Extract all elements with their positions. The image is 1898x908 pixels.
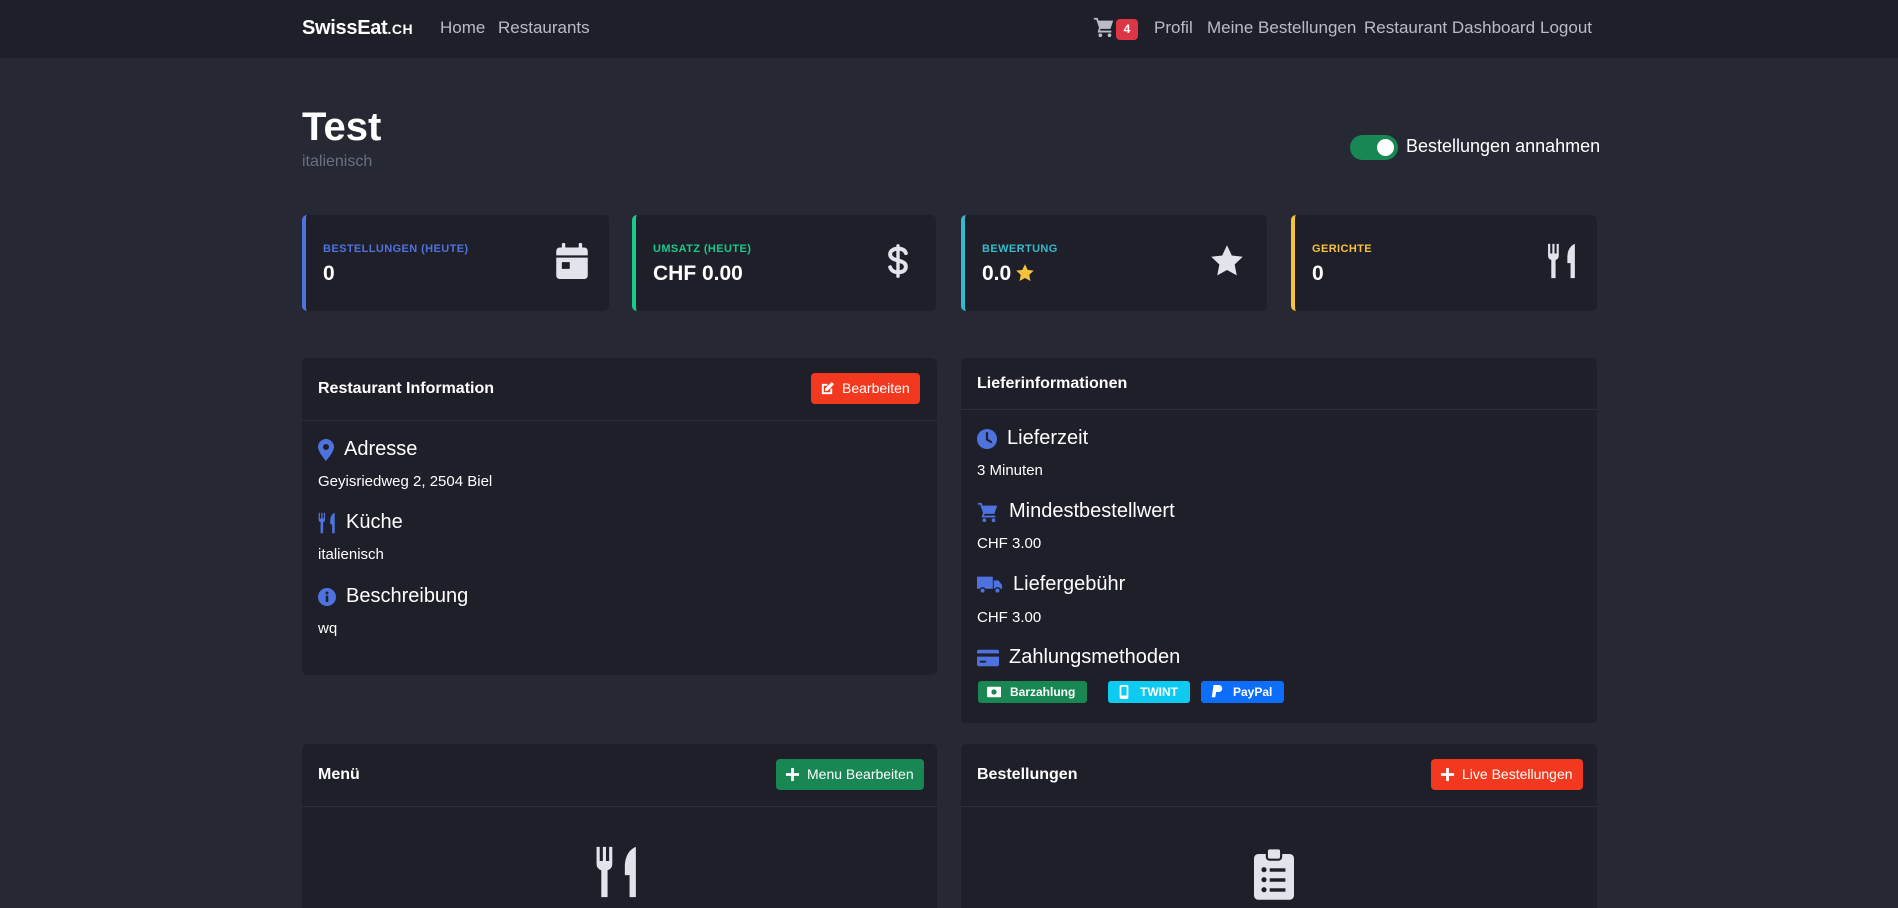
stat-value: 0.0	[982, 262, 1035, 286]
delivery-time-heading: Lieferzeit	[977, 427, 1088, 450]
address-heading: Adresse	[318, 438, 417, 461]
utensils-icon	[596, 846, 636, 898]
live-orders-button[interactable]: Live Bestellungen	[1431, 759, 1583, 790]
money-bill-icon	[987, 686, 1001, 698]
nav-link-meine-bestellungen[interactable]: Meine Bestellungen	[1207, 18, 1356, 38]
payment-badge-paypal: PayPal	[1201, 681, 1285, 703]
payment-badge-barzahlung: Barzahlung	[978, 681, 1088, 703]
edit-icon	[821, 381, 835, 395]
stat-value: 0	[1312, 262, 1324, 285]
min-order-heading: Mindestbestellwert	[977, 500, 1175, 523]
dollar-icon	[888, 244, 908, 278]
utensils-icon	[318, 512, 335, 533]
stat-value: CHF 0.00	[653, 262, 743, 285]
stat-card-revenue: UMSATZ (HEUTE) CHF 0.00	[632, 215, 936, 311]
utensils-icon	[1548, 243, 1575, 279]
payment-badge-twint: TWINT	[1108, 681, 1190, 703]
payment-methods-heading: Zahlungsmethoden	[977, 646, 1180, 669]
nav-link-restaurants[interactable]: Restaurants	[498, 18, 590, 38]
stat-label: BEWERTUNG	[982, 243, 1058, 255]
nav-link-home[interactable]: Home	[440, 18, 485, 38]
credit-card-icon	[977, 649, 999, 666]
panel-header: Menü Menu Bearbeiten	[302, 744, 937, 807]
panel-title: Menü	[318, 766, 360, 783]
star-icon	[1211, 245, 1243, 276]
plus-icon	[1440, 767, 1455, 782]
map-marker-icon	[318, 438, 334, 461]
cart-count-badge[interactable]: 4	[1116, 19, 1138, 40]
edit-menu-button[interactable]: Menu Bearbeiten	[776, 759, 924, 790]
page-title: Test	[302, 105, 382, 149]
panel-header: Restaurant Information Bearbeiten	[302, 358, 937, 421]
info-circle-icon	[318, 587, 336, 606]
delivery-fee-value: CHF 3.00	[977, 609, 1042, 626]
clipboard-list-icon	[1254, 848, 1294, 900]
cuisine-heading: Küche	[318, 511, 403, 534]
orders-panel: Bestellungen Live Bestellungen	[961, 744, 1597, 908]
calendar-icon	[556, 243, 588, 279]
delivery-fee-heading: Liefergebühr	[977, 573, 1125, 596]
restaurant-info-panel: Restaurant Information Bearbeiten Adress…	[302, 358, 937, 675]
stat-card-dishes: GERICHTE 0	[1291, 215, 1597, 311]
accept-orders-toggle[interactable]	[1350, 135, 1398, 160]
cart-icon[interactable]	[1093, 16, 1115, 38]
description-value: wq	[318, 620, 338, 637]
panel-title: Restaurant Information	[318, 380, 495, 397]
plus-icon	[785, 767, 800, 782]
delivery-time-value: 3 Minuten	[977, 462, 1043, 479]
mobile-icon	[1119, 685, 1129, 699]
min-order-value: CHF 3.00	[977, 535, 1042, 552]
star-rating-icon	[1016, 264, 1034, 281]
stat-label: GERICHTE	[1312, 243, 1373, 255]
menu-panel: Menü Menu Bearbeiten	[302, 744, 937, 908]
page-subtitle: italienisch	[302, 153, 373, 170]
description-heading: Beschreibung	[318, 585, 468, 608]
delivery-info-panel: Lieferinformationen Lieferzeit 3 Minuten…	[961, 358, 1597, 723]
stat-card-orders: BESTELLUNGEN (HEUTE) 0	[302, 215, 609, 311]
cart-icon	[977, 502, 998, 522]
paypal-icon	[1211, 685, 1223, 698]
nav-link-restaurant-dashboard[interactable]: Restaurant Dashboard	[1364, 18, 1535, 38]
toggle-knob	[1377, 139, 1394, 156]
brand-logo[interactable]: SwissEat.CH	[302, 17, 413, 40]
nav-link-logout[interactable]: Logout	[1540, 18, 1592, 38]
stat-value: 0	[323, 262, 335, 285]
stat-label: BESTELLUNGEN (HEUTE)	[323, 243, 469, 255]
address-value: Geyisriedweg 2, 2504 Biel	[318, 473, 493, 490]
panel-title: Lieferinformationen	[977, 375, 1128, 392]
navbar: SwissEat.CH Home Restaurants 4 Profil Me…	[0, 0, 1898, 58]
accept-orders-label[interactable]: Bestellungen annahmen	[1406, 136, 1600, 157]
truck-icon	[977, 576, 1003, 594]
panel-header: Lieferinformationen	[961, 358, 1597, 410]
nav-link-profil[interactable]: Profil	[1154, 18, 1193, 38]
stat-card-rating: BEWERTUNG 0.0	[961, 215, 1267, 311]
cuisine-value: italienisch	[318, 546, 384, 563]
panel-header: Bestellungen Live Bestellungen	[961, 744, 1597, 807]
clock-icon	[977, 428, 997, 449]
stat-label: UMSATZ (HEUTE)	[653, 243, 752, 255]
edit-restaurant-button[interactable]: Bearbeiten	[811, 373, 920, 404]
panel-title: Bestellungen	[977, 766, 1078, 783]
